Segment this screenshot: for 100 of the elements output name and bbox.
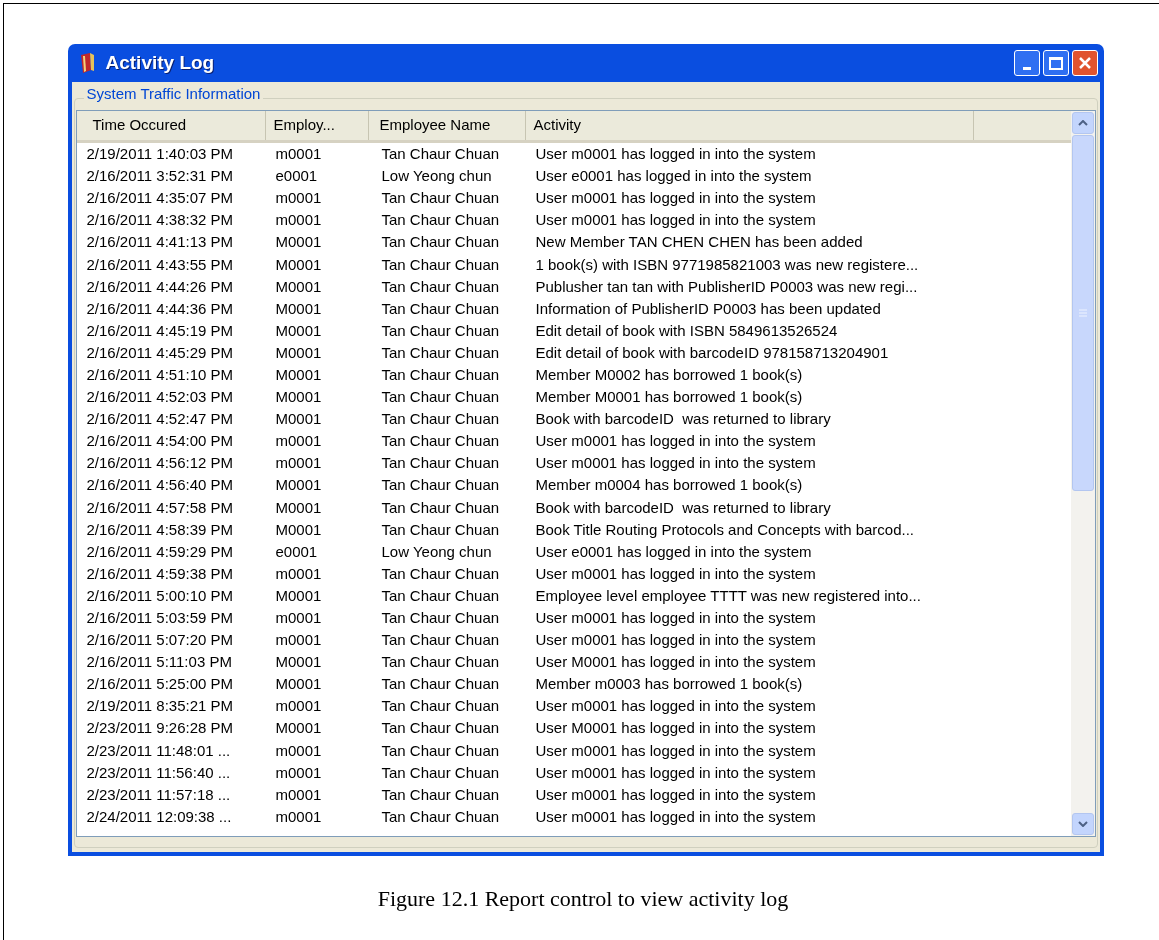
table-cell-text: Member M0001 has borrowed 1 book(s) xyxy=(534,387,804,408)
table-cell-text: Tan Chaur Chuan xyxy=(380,585,501,606)
table-cell-text: Tan Chaur Chuan xyxy=(380,718,501,739)
table-cell-text: M0001 xyxy=(274,387,323,408)
table-cell-text: User M0001 has logged in into the system xyxy=(534,652,817,673)
table-cell-text: Tan Chaur Chuan xyxy=(380,276,501,297)
table-cell-text: User m0001 has logged in into the system xyxy=(534,806,817,827)
table-cell-text: Tan Chaur Chuan xyxy=(380,630,501,651)
table-cell-text: User e0001 has logged in into the system xyxy=(534,166,813,187)
table-cell-text: M0001 xyxy=(274,365,323,385)
table-cell-text: New Member TAN CHEN CHEN has been added xyxy=(534,232,864,253)
table-cell-text: User m0001 has logged in into the system xyxy=(534,563,817,584)
table-cell-text: m0001 xyxy=(274,453,323,474)
table-cell-text: 2/16/2011 4:44:26 PM xyxy=(85,276,234,297)
table-cell-text: User m0001 has logged in into the system xyxy=(534,210,817,231)
table-cell-text: Publusher tan tan with PublisherID P0003 was new regi... xyxy=(534,276,919,297)
table-cell-text: m0001 xyxy=(274,762,323,783)
table-cell-text: 2/16/2011 4:58:39 PM xyxy=(85,519,234,540)
table-cell-text: Tan Chaur Chuan xyxy=(380,563,501,584)
table-cell-text: 2/16/2011 4:51:10 PM xyxy=(85,365,234,385)
table-cell-text: User m0001 has logged in into the system xyxy=(534,762,817,783)
scrollbar[interactable] xyxy=(1070,111,1095,836)
table-cell-text: m0001 xyxy=(274,210,323,231)
table-cell-text: 2/19/2011 1:40:03 PM xyxy=(85,144,234,165)
table-cell-text: 2/16/2011 4:52:47 PM xyxy=(85,409,234,430)
table-cell-text: M0001 xyxy=(274,276,323,297)
table-cell-text: m0001 xyxy=(274,740,323,761)
table-cell-text: Tan Chaur Chuan xyxy=(380,144,501,165)
table-cell-text: 2/16/2011 4:54:00 PM xyxy=(85,431,234,452)
table-cell-text: Member m0003 has borrowed 1 book(s) xyxy=(534,674,804,695)
table-cell-text: 2/16/2011 5:11:03 PM xyxy=(85,652,233,673)
table-cell-text: Edit detail of book with ISBN 5849613526524 xyxy=(534,320,839,341)
table-cell-text: m0001 xyxy=(274,806,323,827)
table-cell-text: Information of PublisherID P0003 has been updated xyxy=(534,298,882,319)
table-cell-text: User m0001 has logged in into the system xyxy=(534,431,817,452)
table-cell-text: User m0001 has logged in into the system xyxy=(534,740,817,761)
table-cell-text: Tan Chaur Chuan xyxy=(380,784,501,805)
table-cell-text: 2/23/2011 9:26:28 PM xyxy=(85,718,234,739)
scroll-up-button[interactable] xyxy=(1071,112,1094,134)
close-button[interactable] xyxy=(1071,50,1098,76)
table-cell-text: User m0001 has logged in into the system xyxy=(534,144,817,165)
maximize-icon xyxy=(1048,56,1063,70)
table-cell-text: 2/16/2011 4:57:58 PM xyxy=(85,497,234,518)
scroll-down-button[interactable] xyxy=(1071,813,1094,835)
table-cell-text: M0001 xyxy=(274,298,323,319)
scroll-thumb[interactable] xyxy=(1071,135,1094,491)
maximize-button[interactable] xyxy=(1042,50,1069,76)
column-header[interactable]: Employ... xyxy=(265,111,369,140)
table-cell-text: Tan Chaur Chuan xyxy=(380,806,501,827)
table-cell-text: User M0001 has logged in into the system xyxy=(534,718,817,739)
table-cell-text: 2/16/2011 4:52:03 PM xyxy=(85,387,234,408)
table-cell-text: Member m0004 has borrowed 1 book(s) xyxy=(534,475,804,496)
table-cell-text: M0001 xyxy=(274,232,323,253)
table-cell-text: m0001 xyxy=(274,696,323,717)
table-cell-text: Book Title Routing Protocols and Concepts with barcod... xyxy=(534,519,916,540)
table-cell-text: M0001 xyxy=(274,585,323,606)
table-cell-text: Tan Chaur Chuan xyxy=(380,431,501,452)
table-cell-text: M0001 xyxy=(274,254,323,275)
table-cell-text: Member M0002 has borrowed 1 book(s) xyxy=(534,365,804,385)
table-cell-text: 2/16/2011 4:56:40 PM xyxy=(85,475,234,496)
table-cell-text: Tan Chaur Chuan xyxy=(380,762,501,783)
table-cell-text: e0001 xyxy=(274,541,319,562)
table-cell-text: 1 book(s) with ISBN 9771985821003 was new registere... xyxy=(534,254,920,275)
table-cell-text: 2/16/2011 4:44:36 PM xyxy=(85,298,234,319)
table-cell-text: M0001 xyxy=(274,674,323,695)
column-header[interactable]: Activity xyxy=(525,111,974,140)
table-cell-text: m0001 xyxy=(274,431,323,452)
table-cell-text: m0001 xyxy=(274,563,323,584)
table-cell-text: User e0001 has logged in into the system xyxy=(534,541,813,562)
table-cell-text: Tan Chaur Chuan xyxy=(380,342,501,363)
table-cell-text: 2/16/2011 5:07:20 PM xyxy=(85,630,234,651)
close-icon xyxy=(1077,56,1092,70)
table-cell-text: m0001 xyxy=(274,188,323,209)
table-cell-text: Tan Chaur Chuan xyxy=(380,188,501,209)
minimize-button[interactable] xyxy=(1013,50,1040,76)
table-cell-text: Tan Chaur Chuan xyxy=(380,409,501,430)
table-cell-text: M0001 xyxy=(274,475,323,496)
table-cell-text: 2/23/2011 11:57:18 ... xyxy=(85,784,232,805)
window-title: Activity Log xyxy=(105,50,215,75)
column-header[interactable]: Time Occured xyxy=(76,111,266,140)
table-cell-text: Edit detail of book with barcodeID 978158713204901 xyxy=(534,342,890,363)
table-cell-text: 2/16/2011 4:56:12 PM xyxy=(85,453,234,474)
table-cell-text: Tan Chaur Chuan xyxy=(380,453,501,474)
table-cell-text: Tan Chaur Chuan xyxy=(380,608,501,628)
table-cell-text: e0001 xyxy=(274,166,319,187)
table-cell-text: Tan Chaur Chuan xyxy=(380,740,501,761)
table-cell-text: Low Yeong chun xyxy=(380,166,493,187)
table-cell-text: Tan Chaur Chuan xyxy=(380,475,501,496)
table-cell-text: 2/16/2011 4:45:19 PM xyxy=(85,320,234,341)
table-cell-text: User m0001 has logged in into the system xyxy=(534,784,817,805)
table-cell-text: 2/19/2011 8:35:21 PM xyxy=(85,696,234,717)
table-cell-text: Tan Chaur Chuan xyxy=(380,387,501,408)
table-cell-text: 2/23/2011 11:48:01 ... xyxy=(85,740,232,761)
table-cell-text: Tan Chaur Chuan xyxy=(380,320,501,341)
table-cell-text: Tan Chaur Chuan xyxy=(380,298,501,319)
table-cell-text: Tan Chaur Chuan xyxy=(380,696,501,717)
column-header[interactable]: Employee Name xyxy=(368,111,526,140)
table-cell-text: Low Yeong chun xyxy=(380,541,493,562)
table-cell-text: 2/16/2011 4:43:55 PM xyxy=(85,254,234,275)
table-cell-text: M0001 xyxy=(274,652,323,673)
